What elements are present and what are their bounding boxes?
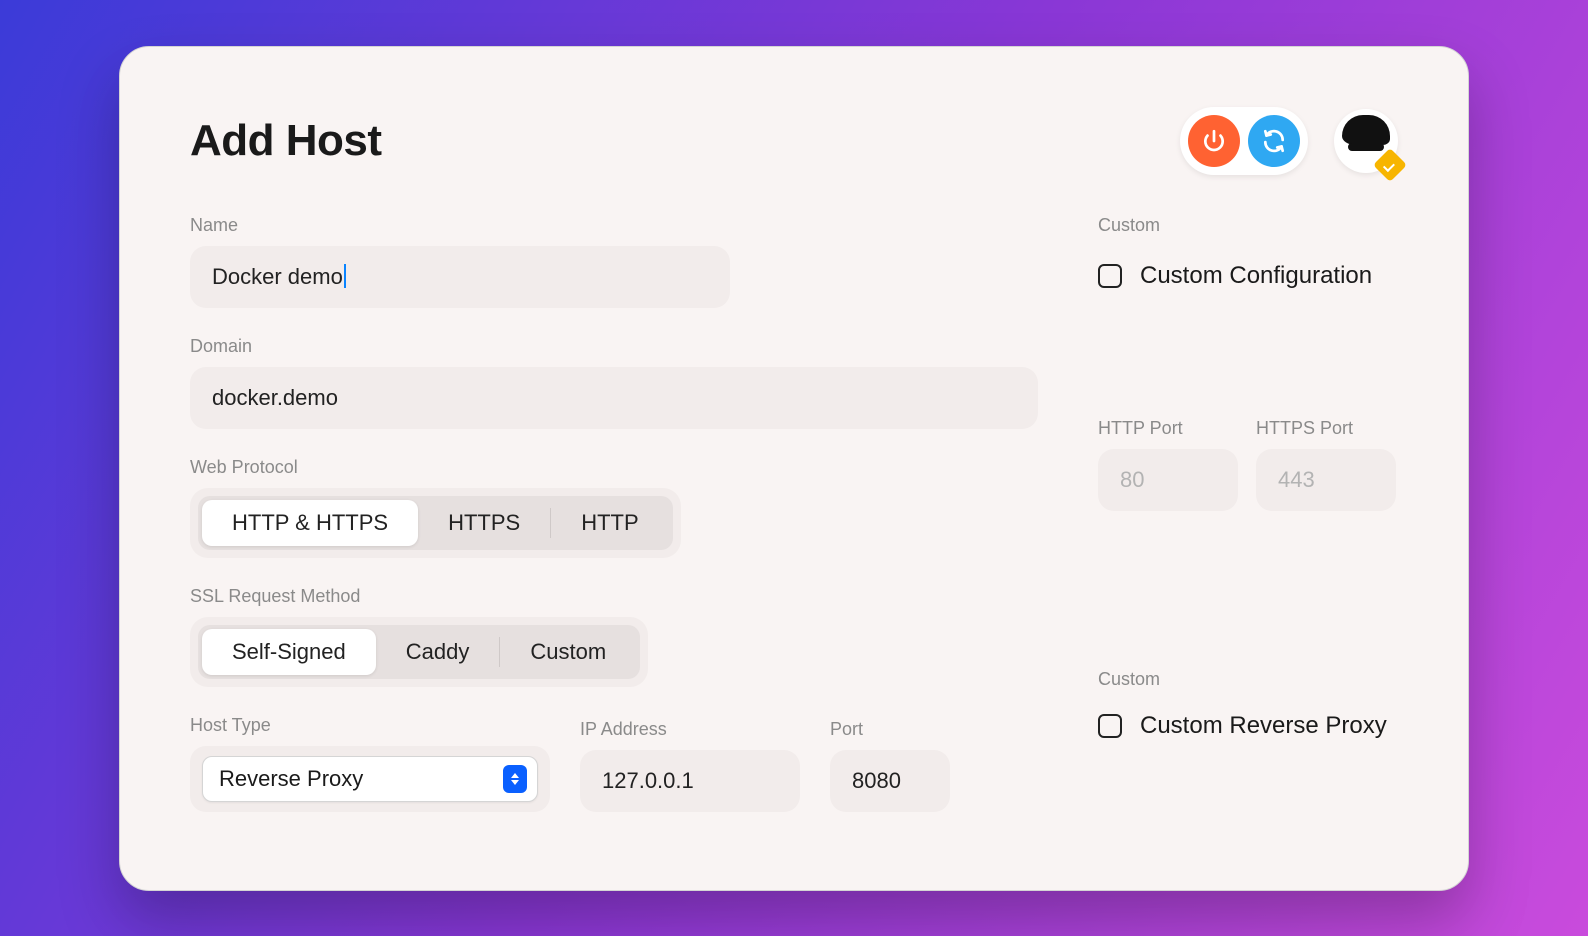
avatar[interactable] bbox=[1334, 109, 1398, 173]
chevron-up-down-icon bbox=[503, 765, 527, 793]
web-protocol-label: Web Protocol bbox=[190, 457, 1038, 478]
ssl-option-custom[interactable]: Custom bbox=[500, 629, 636, 675]
ssl-method-field: SSL Request Method Self-Signed Caddy Cus… bbox=[190, 586, 1038, 687]
web-protocol-segmented: HTTP & HTTPS HTTPS HTTP bbox=[190, 488, 681, 558]
port-value: 8080 bbox=[852, 768, 901, 793]
custom-reverse-label: Custom Reverse Proxy bbox=[1140, 712, 1387, 740]
host-row: Host Type Reverse Proxy IP Address 127.0 bbox=[190, 715, 1038, 840]
custom-config-label: Custom Configuration bbox=[1140, 262, 1372, 290]
page-title: Add Host bbox=[190, 116, 382, 166]
custom-config-section-label: Custom bbox=[1098, 215, 1398, 236]
form-columns: Name Docker demo Domain docker.demo Web … bbox=[190, 215, 1398, 840]
name-label: Name bbox=[190, 215, 1038, 236]
host-type-field: Host Type Reverse Proxy bbox=[190, 715, 550, 812]
domain-label: Domain bbox=[190, 336, 1038, 357]
custom-reverse-row: Custom Reverse Proxy bbox=[1098, 712, 1398, 740]
refresh-button[interactable] bbox=[1248, 115, 1300, 167]
custom-config-checkbox[interactable] bbox=[1098, 264, 1122, 288]
http-port-input[interactable] bbox=[1098, 449, 1238, 511]
port-input[interactable]: 8080 bbox=[830, 750, 950, 812]
domain-input[interactable]: docker.demo bbox=[190, 367, 1038, 429]
custom-config-field: Custom Custom Configuration bbox=[1098, 215, 1398, 290]
port-label: Port bbox=[830, 719, 950, 740]
https-port-input[interactable] bbox=[1256, 449, 1396, 511]
web-protocol-field: Web Protocol HTTP & HTTPS HTTPS HTTP bbox=[190, 457, 1038, 558]
ip-address-field: IP Address 127.0.0.1 bbox=[580, 719, 800, 812]
ssl-option-self-signed[interactable]: Self-Signed bbox=[202, 629, 376, 675]
http-port-label: HTTP Port bbox=[1098, 418, 1238, 439]
ssl-option-caddy[interactable]: Caddy bbox=[376, 629, 500, 675]
host-type-select-wrap: Reverse Proxy bbox=[190, 746, 550, 812]
http-port-field: HTTP Port bbox=[1098, 418, 1238, 511]
power-button[interactable] bbox=[1188, 115, 1240, 167]
custom-reverse-section-label: Custom bbox=[1098, 669, 1398, 690]
domain-field: Domain docker.demo bbox=[190, 336, 1038, 429]
host-type-value: Reverse Proxy bbox=[219, 766, 363, 792]
name-value: Docker demo bbox=[212, 264, 343, 289]
name-field: Name Docker demo bbox=[190, 215, 1038, 308]
host-type-select[interactable]: Reverse Proxy bbox=[202, 756, 538, 802]
ssl-method-label: SSL Request Method bbox=[190, 586, 1038, 607]
refresh-icon bbox=[1261, 128, 1287, 154]
ip-address-value: 127.0.0.1 bbox=[602, 768, 694, 793]
web-protocol-option-http[interactable]: HTTP bbox=[551, 500, 668, 546]
https-port-field: HTTPS Port bbox=[1256, 418, 1396, 511]
header-controls bbox=[1180, 107, 1398, 175]
text-cursor bbox=[344, 264, 346, 288]
https-port-label: HTTPS Port bbox=[1256, 418, 1396, 439]
power-icon bbox=[1201, 128, 1227, 154]
web-protocol-option-https[interactable]: HTTPS bbox=[418, 500, 550, 546]
custom-config-row: Custom Configuration bbox=[1098, 262, 1398, 290]
custom-reverse-proxy-field: Custom Custom Reverse Proxy bbox=[1098, 669, 1398, 740]
ip-address-label: IP Address bbox=[580, 719, 800, 740]
domain-value: docker.demo bbox=[212, 385, 338, 410]
ssl-method-segmented: Self-Signed Caddy Custom bbox=[190, 617, 648, 687]
custom-reverse-checkbox[interactable] bbox=[1098, 714, 1122, 738]
name-input[interactable]: Docker demo bbox=[190, 246, 730, 308]
add-host-window: Add Host Name bbox=[119, 46, 1469, 891]
header-action-pill bbox=[1180, 107, 1308, 175]
host-type-label: Host Type bbox=[190, 715, 550, 736]
header: Add Host bbox=[190, 107, 1398, 175]
port-field: Port 8080 bbox=[830, 719, 950, 812]
right-column: Custom Custom Configuration HTTP Port HT… bbox=[1098, 215, 1398, 840]
ports-row: HTTP Port HTTPS Port bbox=[1098, 418, 1398, 551]
web-protocol-option-http-https[interactable]: HTTP & HTTPS bbox=[202, 500, 418, 546]
ip-address-input[interactable]: 127.0.0.1 bbox=[580, 750, 800, 812]
left-column: Name Docker demo Domain docker.demo Web … bbox=[190, 215, 1038, 840]
